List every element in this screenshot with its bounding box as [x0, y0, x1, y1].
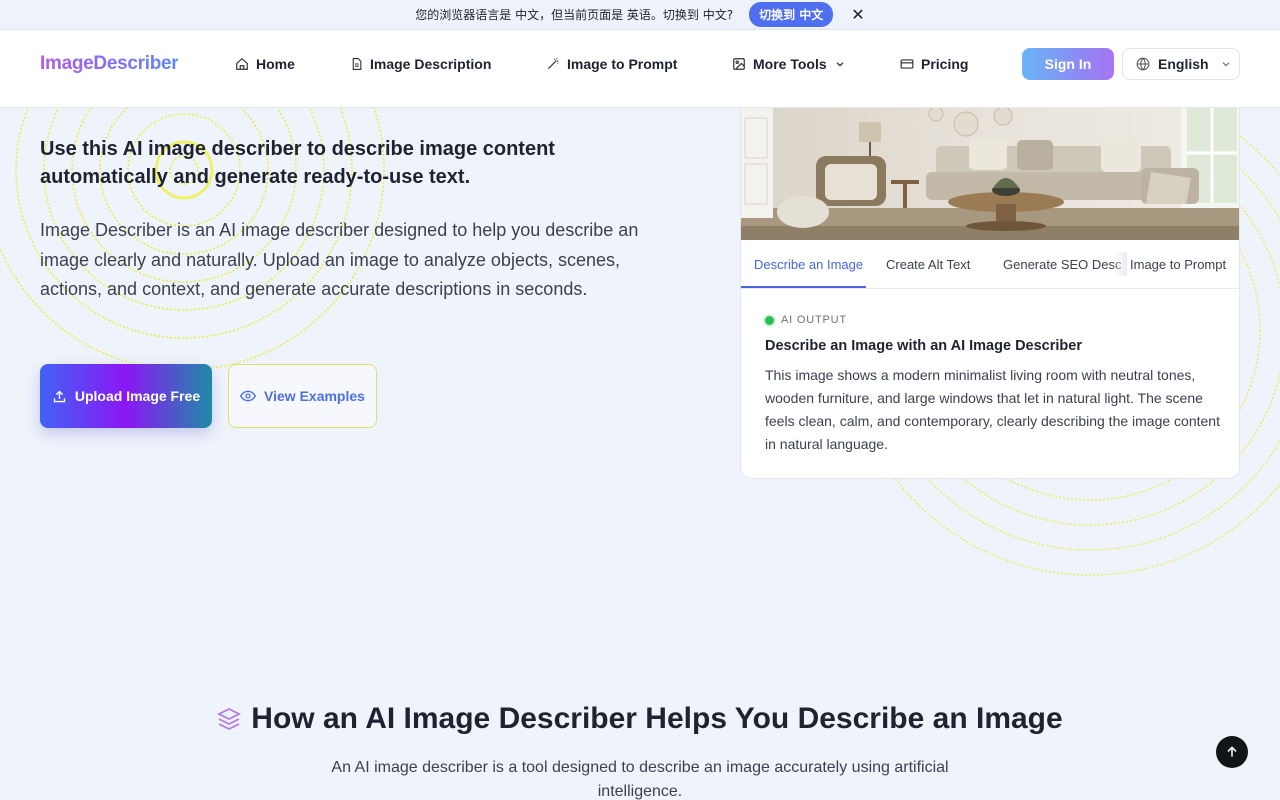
switch-language-button[interactable]: 切换到 中文 [749, 2, 834, 27]
ai-output-label-text: AI OUTPUT [781, 314, 847, 326]
layers-icon [217, 707, 242, 731]
chevron-down-icon [836, 62, 843, 67]
nav-pricing[interactable]: Pricing [900, 56, 968, 72]
upload-image-button-label: Upload Image Free [74, 388, 201, 404]
view-examples-button[interactable]: View Examples [228, 364, 377, 428]
nav-home[interactable]: Home [235, 56, 295, 72]
tab-describe-image[interactable]: Describe an Image [754, 257, 863, 272]
upload-image-button[interactable]: Upload Image Free [40, 364, 212, 428]
card-icon [900, 59, 914, 69]
sign-in-button[interactable]: Sign In [1022, 48, 1114, 80]
language-select[interactable]: English [1122, 48, 1240, 80]
arrow-up-icon [1227, 746, 1237, 757]
upload-icon [53, 390, 66, 402]
language-suggestion-banner: 您的浏览器语言是 中文，但当前页面是 英语。切换到 中文? 切换到 中文 ✕ [0, 0, 1280, 30]
view-examples-button-label: View Examples [264, 388, 365, 404]
section-title-text: How an AI Image Describer Helps You Desc… [251, 702, 1063, 735]
tab-generate-seo-description[interactable]: Generate SEO Desc [1003, 257, 1122, 272]
active-tab-indicator [741, 286, 866, 288]
demo-card: Describe an Image Create Alt Text Genera… [740, 108, 1240, 479]
logo[interactable]: ImageDescriber [40, 53, 179, 75]
living-room-photo [741, 108, 1239, 240]
card-tab-bar: Describe an Image Create Alt Text Genera… [741, 240, 1239, 289]
chevron-down-icon [1222, 62, 1229, 67]
status-dot-icon [765, 315, 774, 325]
language-select-value: English [1158, 56, 1209, 72]
tab-scroll-fade [1113, 252, 1127, 276]
tab-create-alt-text[interactable]: Create Alt Text [886, 257, 970, 272]
output-text: This image shows a modern minimalist liv… [765, 367, 1220, 452]
section-title: How an AI Image Describer Helps You Desc… [0, 702, 1280, 736]
output-title: Describe an Image with an AI Image Descr… [765, 338, 1082, 354]
nav-pricing-label: Pricing [921, 56, 969, 72]
nav-image-to-prompt-label: Image to Prompt [567, 56, 678, 72]
nav-image-description[interactable]: Image Description [350, 56, 491, 72]
home-icon [236, 57, 248, 70]
ai-output-label: AI OUTPUT [765, 314, 847, 326]
document-icon [352, 58, 362, 70]
globe-icon [1136, 57, 1150, 71]
banner-message: 您的浏览器语言是 中文，但当前页面是 英语。切换到 中文? [415, 8, 734, 22]
scroll-to-top-button[interactable] [1216, 736, 1248, 768]
image-icon [733, 58, 745, 70]
site-header: ImageDescriber Home Image Description Im… [0, 30, 1280, 108]
nav-image-to-prompt[interactable]: Image to Prompt [546, 56, 677, 72]
close-icon[interactable]: ✕ [851, 5, 864, 24]
nav-home-label: Home [256, 56, 295, 72]
hero-description: Image Describer is an AI image describer… [40, 220, 639, 299]
nav-image-description-label: Image Description [370, 56, 492, 72]
eye-icon [240, 390, 257, 402]
tab-image-to-prompt[interactable]: Image to Prompt [1130, 257, 1226, 272]
nav-more-tools-label: More Tools [753, 56, 827, 72]
hero-heading: Use this AI image describer to describe … [40, 138, 555, 188]
section-subtitle: An AI image describer is a tool designed… [331, 759, 949, 800]
nav-more-tools[interactable]: More Tools [732, 56, 845, 72]
magic-wand-icon [547, 57, 559, 70]
